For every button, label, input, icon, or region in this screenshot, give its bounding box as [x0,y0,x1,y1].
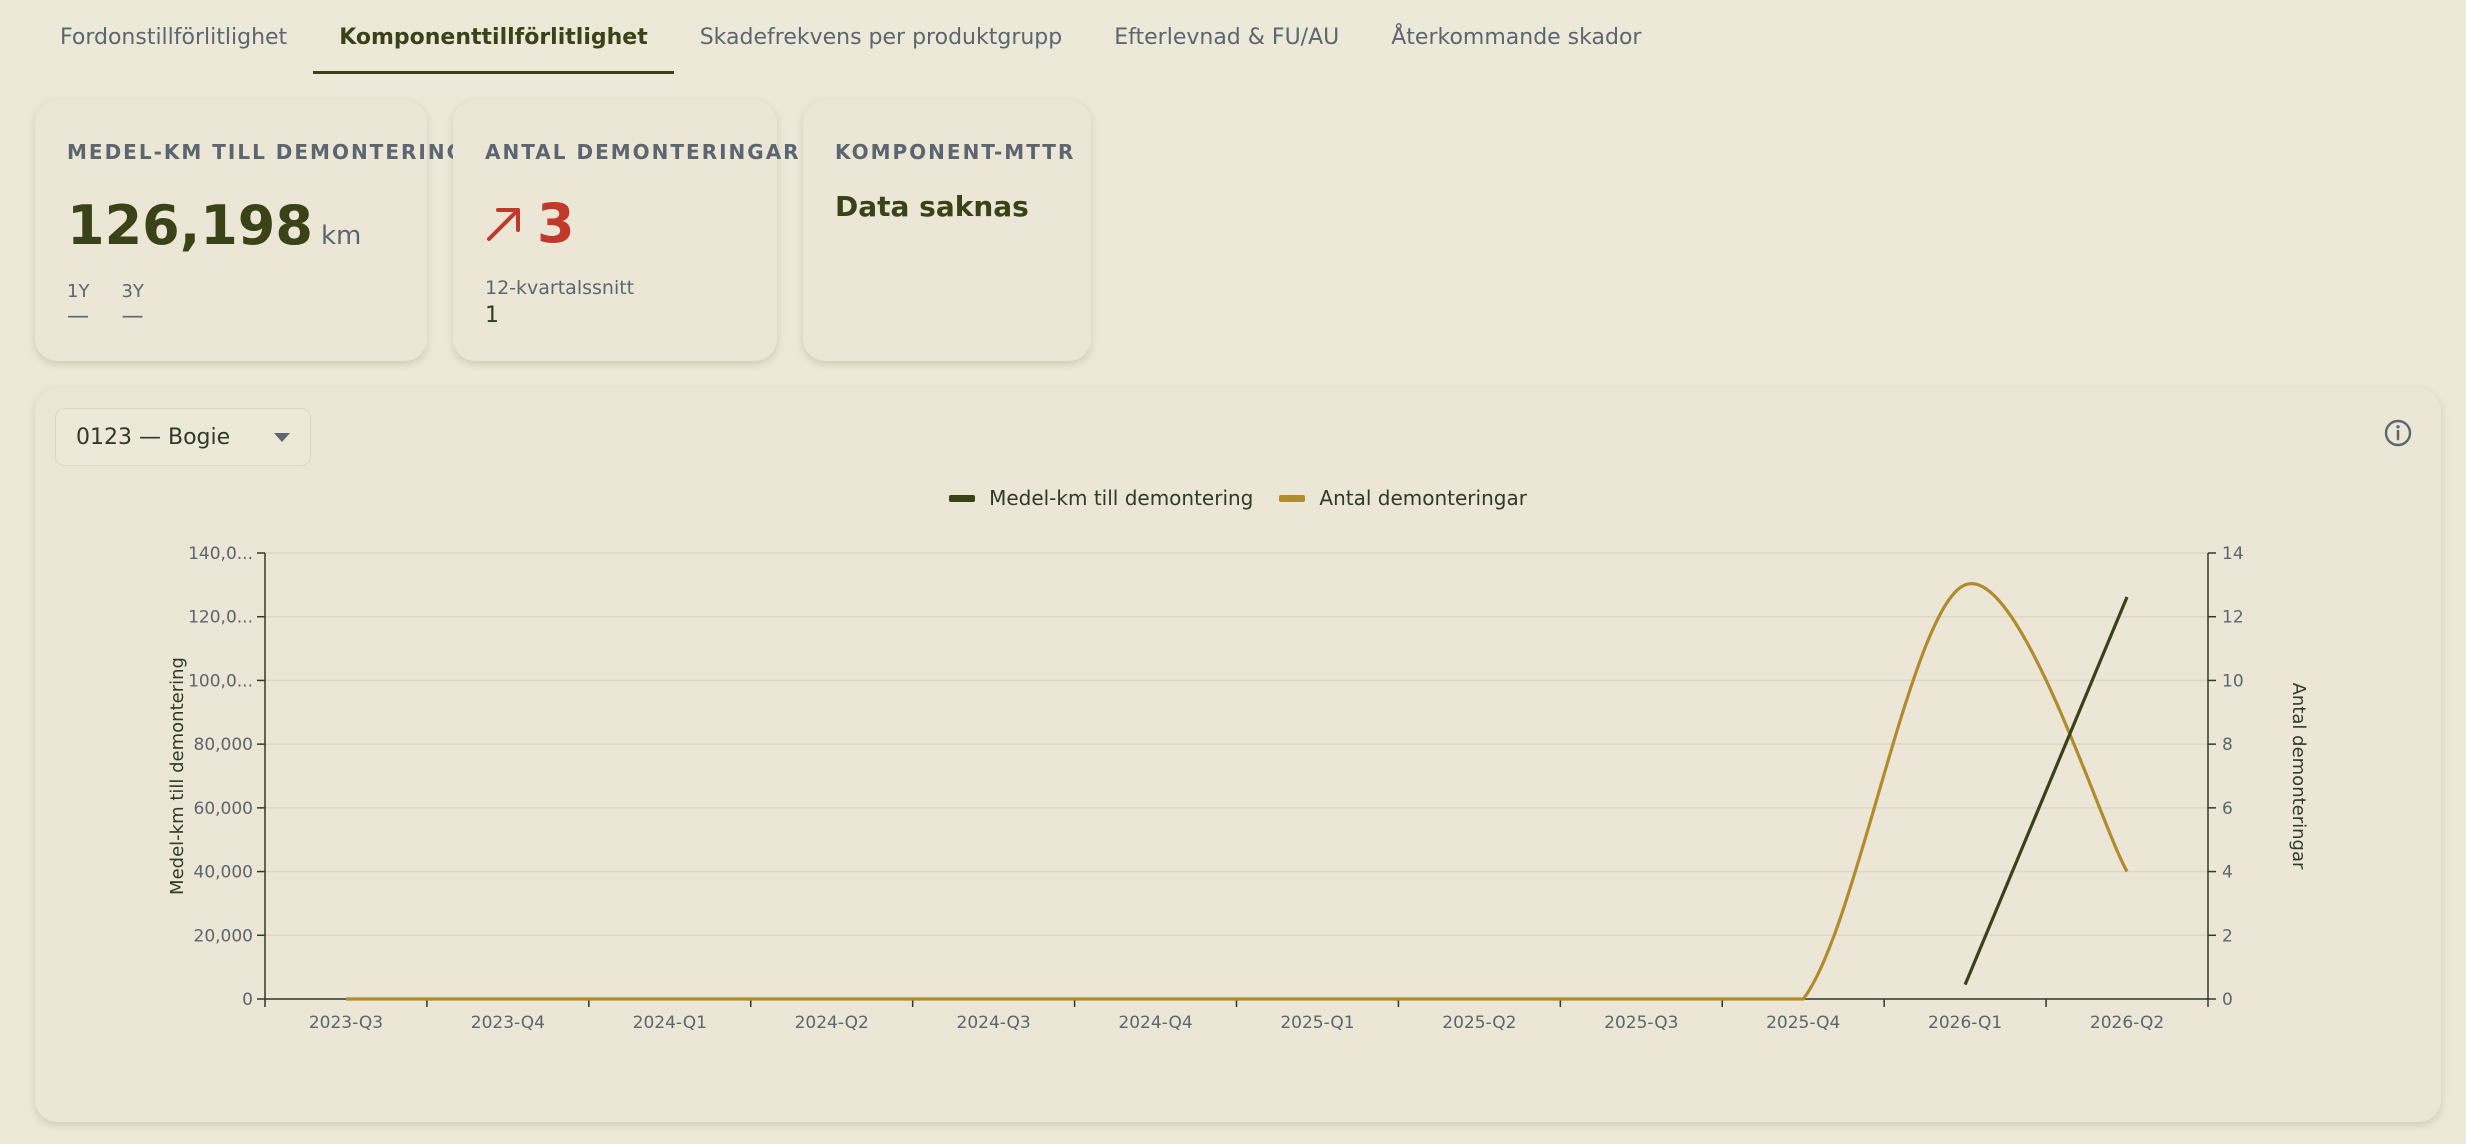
y-left-tick-label: 120,0... [188,608,253,628]
y-right-tick-label: 4 [2222,863,2233,883]
tab-fordonstillforlitlighet[interactable]: Fordonstillförlitlighet [34,4,313,74]
kpi-mttr-value: Data saknas [835,190,1029,223]
y-right-tick-label: 0 [2222,990,2233,1010]
kpi-km-value: 126,198 [67,194,313,257]
x-tick-label: 2026-Q2 [2090,1013,2164,1033]
kpi-km-3y: 3Y — [121,281,143,329]
kpi-km-unit: km [320,221,362,251]
y-left-tick-label: 60,000 [194,799,253,819]
y-right-tick-label: 12 [2222,608,2244,628]
y-right-tick-label: 8 [2222,735,2233,755]
kpi-km-1y: 1Y — [67,281,89,329]
arrow-up-right-icon [485,205,523,243]
x-tick-label: 2024-Q4 [1118,1013,1192,1033]
kpi-count-value: 3 [537,192,575,255]
kpi-count-avg-value: 1 [485,303,499,328]
y-left-tick-label: 40,000 [194,863,253,883]
y-right-tick-label: 10 [2222,671,2244,691]
y-right-axis-title: Antal demonteringar [2288,683,2309,870]
x-tick-label: 2025-Q3 [1604,1013,1678,1033]
kpi-mttr-title: Komponent-MTTR [835,140,1076,164]
kpi-count-title: Antal demonteringar [485,140,801,164]
x-tick-label: 2024-Q2 [795,1013,869,1033]
x-tick-label: 2023-Q3 [309,1013,383,1033]
tab-bar: Fordonstillförlitlighet Komponenttillför… [34,0,1667,74]
y-left-axis-title: Medel-km till demontering [167,657,188,895]
series-line-medel-km [1963,596,2129,986]
kpi-km-title: Medel-km till demontering [67,140,465,164]
kpi-km-value-row: 126,198 km [67,194,395,257]
line-chart: 0 20,000 40,000 60,000 80,000 100,0... 120,0..… [167,544,2309,1033]
y-left-tick-label: 0 [242,990,253,1010]
kpi-km-1y-value: — [67,304,89,329]
x-tick-label: 2025-Q2 [1442,1013,1516,1033]
tab-aterkommande-skador[interactable]: Återkommande skador [1365,4,1667,74]
kpi-km-subvalues: 1Y — 3Y — [67,281,395,329]
y-right-tick-label: 14 [2222,544,2244,564]
x-tick-label: 2025-Q1 [1280,1013,1354,1033]
x-tick-label: 2026-Q1 [1928,1013,2002,1033]
y-right-tick-label: 2 [2222,926,2233,946]
tab-komponenttillforlitlighet[interactable]: Komponenttillförlitlighet [313,4,674,74]
kpi-count-avg-label: 12-kvartalssnitt [485,277,635,299]
chart-panel: 0123 — Bogie Medel-km till demontering A… [35,388,2441,1122]
kpi-count-value-row: 3 [485,192,745,255]
y-left-tick-label: 140,0... [188,544,253,564]
kpi-km-1y-label: 1Y [67,281,90,302]
kpi-card-count: Antal demonteringar 3 12-kvartalssnitt 1 [453,100,801,361]
y-right-tick-label: 6 [2222,799,2233,819]
y-left-tick-label: 80,000 [194,735,253,755]
kpi-km-3y-value: — [121,304,144,329]
x-tick-label: 2025-Q4 [1766,1013,1840,1033]
y-left-tick-label: 20,000 [194,926,253,946]
kpi-km-3y-label: 3Y [121,281,144,302]
x-tick-label: 2024-Q1 [633,1013,707,1033]
x-tick-label: 2023-Q4 [471,1013,545,1033]
x-tick-label: 2024-Q3 [957,1013,1031,1033]
tab-skadefrekvens[interactable]: Skadefrekvens per produktgrupp [674,4,1089,74]
kpi-card-km: Medel-km till demontering 126,198 km 1Y … [35,100,465,361]
series-line-antal-demonteringar [345,582,2129,1001]
y-left-tick-label: 100,0... [188,671,253,691]
kpi-card-mttr: Komponent-MTTR Data saknas [803,100,1091,361]
tab-efterlevnad[interactable]: Efterlevnad & FU/AU [1088,4,1365,74]
